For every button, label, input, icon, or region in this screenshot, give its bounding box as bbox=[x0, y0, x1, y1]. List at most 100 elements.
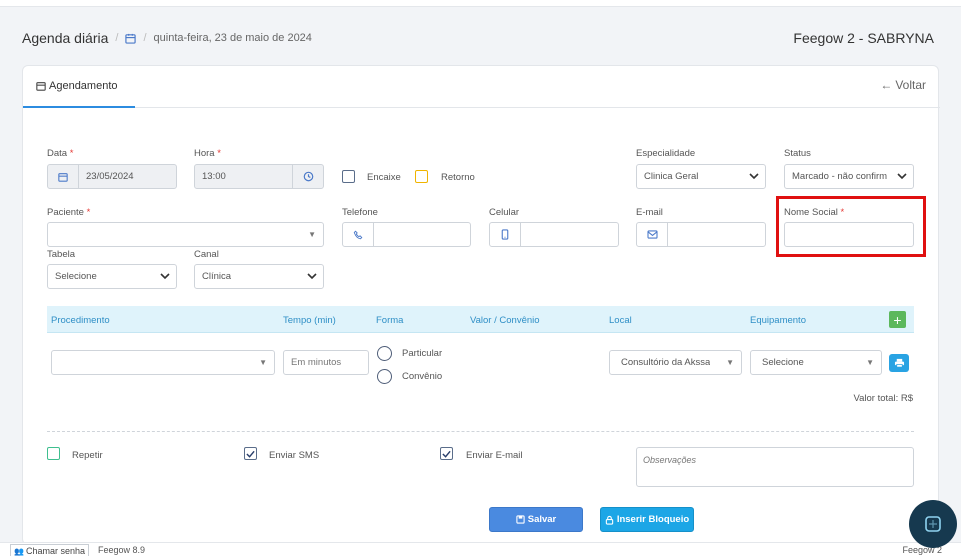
channel-label: Canal bbox=[194, 249, 219, 260]
equipment-select[interactable]: Selecione ▼ bbox=[750, 350, 882, 375]
caret-down-icon: ▼ bbox=[259, 358, 267, 367]
time-minutes-placeholder: Em minutos bbox=[291, 357, 342, 368]
encaixe-label: Encaixe bbox=[367, 172, 401, 183]
calendar-icon bbox=[48, 165, 79, 188]
convenio-label: Convênio bbox=[402, 371, 443, 382]
channel-select[interactable]: Clínica bbox=[194, 264, 324, 289]
header-procedimento: Procedimento bbox=[51, 315, 110, 326]
email-field[interactable] bbox=[636, 222, 766, 247]
total-value: Valor total: R$ bbox=[853, 393, 914, 404]
local-value: Consultório da Akssa bbox=[621, 357, 711, 368]
patient-select[interactable]: ▼ bbox=[47, 222, 324, 247]
status-value: Marcado - não confirm bbox=[792, 171, 888, 182]
insert-block-label: Inserir Bloqueio bbox=[616, 514, 690, 525]
particular-label: Particular bbox=[402, 348, 443, 359]
local-select[interactable]: Consultório da Akssa ▼ bbox=[609, 350, 742, 375]
time-field[interactable]: 13:00 bbox=[194, 164, 324, 189]
chevron-down-icon bbox=[749, 173, 759, 180]
table-select[interactable]: Selecione bbox=[47, 264, 177, 289]
particular-radio[interactable] bbox=[377, 346, 392, 361]
caret-down-icon: ▼ bbox=[308, 230, 316, 239]
save-button[interactable]: Salvar bbox=[489, 507, 583, 532]
breadcrumb-separator: / bbox=[115, 32, 119, 44]
convenio-radio[interactable] bbox=[377, 369, 392, 384]
tab-label: Agendamento bbox=[49, 80, 118, 92]
notes-placeholder: Observações bbox=[643, 455, 697, 465]
procedure-select[interactable]: ▼ bbox=[51, 350, 275, 375]
phone-label: Telefone bbox=[342, 207, 378, 218]
equipment-value: Selecione bbox=[762, 357, 804, 368]
caret-down-icon: ▼ bbox=[726, 358, 734, 367]
cell-field[interactable] bbox=[489, 222, 619, 247]
encaixe-checkbox[interactable] bbox=[342, 170, 355, 183]
breadcrumb-separator: / bbox=[143, 32, 147, 44]
notes-textarea[interactable]: Observações bbox=[636, 447, 914, 487]
repeat-checkbox[interactable] bbox=[47, 447, 60, 460]
envelope-icon bbox=[637, 223, 668, 246]
chat-widget-button[interactable] bbox=[909, 500, 957, 548]
email-label: E-mail bbox=[636, 207, 663, 218]
print-button[interactable] bbox=[889, 354, 909, 372]
chevron-down-icon bbox=[897, 173, 907, 180]
page-header: Agenda diária / / quinta-feira, 23 de ma… bbox=[22, 28, 934, 48]
status-select[interactable]: Marcado - não confirm bbox=[784, 164, 914, 189]
specialty-label: Especialidade bbox=[636, 148, 696, 159]
mobile-icon bbox=[490, 223, 521, 246]
date-value: 23/05/2024 bbox=[86, 171, 134, 182]
user-name[interactable]: Feegow 2 - SABRYNA bbox=[793, 30, 934, 46]
header-tempo: Tempo (min) bbox=[283, 315, 336, 326]
chevron-down-icon bbox=[307, 273, 317, 280]
calendar-icon[interactable] bbox=[125, 33, 137, 44]
social-name-highlight bbox=[776, 196, 926, 257]
call-password-label: Chamar senha bbox=[25, 546, 86, 556]
breadcrumb-date[interactable]: quinta-feira, 23 de maio de 2024 bbox=[154, 32, 312, 44]
patient-label: Paciente * bbox=[47, 207, 91, 218]
call-password-button[interactable]: 👥 Chamar senha bbox=[10, 544, 90, 556]
sms-checkbox[interactable] bbox=[244, 447, 257, 460]
date-label: Data * bbox=[47, 148, 74, 159]
lock-icon bbox=[605, 515, 614, 525]
time-value: 13:00 bbox=[202, 171, 226, 182]
status-label: Status bbox=[784, 148, 811, 159]
chevron-down-icon bbox=[160, 273, 170, 280]
sms-label: Enviar SMS bbox=[269, 450, 320, 461]
calendar-icon bbox=[36, 81, 46, 91]
users-icon: 👥 bbox=[14, 546, 24, 556]
phone-field[interactable] bbox=[342, 222, 471, 247]
page-title: Agenda diária bbox=[22, 30, 109, 46]
add-procedure-button[interactable]: + bbox=[889, 311, 906, 328]
back-button[interactable]: ← Voltar bbox=[880, 78, 926, 92]
specialty-select[interactable]: Clinica Geral bbox=[636, 164, 766, 189]
header-forma: Forma bbox=[376, 315, 404, 326]
clock-icon bbox=[292, 165, 323, 188]
header-local: Local bbox=[609, 315, 632, 326]
channel-value: Clínica bbox=[202, 271, 232, 282]
date-field[interactable]: 23/05/2024 bbox=[47, 164, 177, 189]
arrow-left-icon: ← bbox=[880, 78, 893, 92]
top-bar bbox=[0, 0, 961, 7]
time-minutes-input[interactable]: Em minutos bbox=[283, 350, 369, 375]
tab-divider bbox=[23, 107, 940, 108]
time-label: Hora * bbox=[194, 148, 221, 159]
email-checkbox[interactable] bbox=[440, 447, 453, 460]
repeat-label: Repetir bbox=[72, 450, 103, 461]
procedures-header: Procedimento Tempo (min) Forma Valor / C… bbox=[47, 306, 914, 333]
check-icon bbox=[246, 450, 255, 458]
insert-block-button[interactable]: Inserir Bloqueio bbox=[600, 507, 694, 532]
tab-agendamento[interactable]: Agendamento bbox=[23, 66, 135, 108]
section-divider bbox=[47, 431, 914, 432]
floppy-icon bbox=[516, 515, 525, 524]
table-label: Tabela bbox=[47, 249, 75, 260]
check-icon bbox=[442, 450, 451, 458]
header-valor: Valor / Convênio bbox=[470, 315, 540, 326]
version-label: Feegow 8.9 bbox=[98, 545, 146, 555]
caret-down-icon: ▼ bbox=[866, 358, 874, 367]
printer-icon bbox=[894, 358, 904, 368]
retorno-label: Retorno bbox=[441, 172, 475, 183]
save-label: Salvar bbox=[527, 514, 557, 525]
chat-icon bbox=[925, 516, 941, 532]
retorno-checkbox[interactable] bbox=[415, 170, 428, 183]
specialty-value: Clinica Geral bbox=[644, 171, 699, 182]
back-label: Voltar bbox=[895, 78, 926, 92]
email-option-label: Enviar E-mail bbox=[466, 450, 523, 461]
